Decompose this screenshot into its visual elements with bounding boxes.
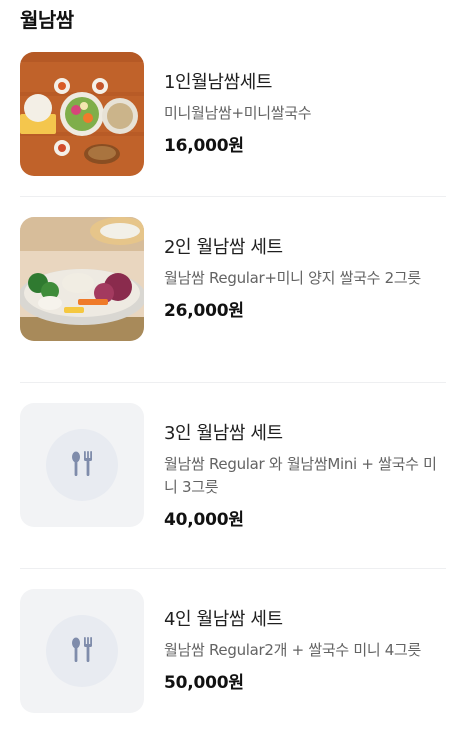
menu-info-1: 1인월남쌈세트 미니월남쌈+미니쌀국수 16,000원 [164, 70, 444, 156]
menu-item-4[interactable]: 4인 월남쌈 세트 월남쌈 Regular2개 + 쌀국수 미니 4그릇 50,… [0, 589, 466, 729]
menu-name: 2인 월남쌈 세트 [164, 237, 283, 258]
fork-spoon-icon [72, 637, 92, 662]
menu-description: 월남쌈 Regular2개 + 쌀국수 미니 4그릇 [164, 641, 422, 659]
menu-price: 40,000원 [164, 510, 244, 530]
menu-name: 4인 월남쌈 세트 [164, 609, 283, 630]
menu-list: 1인월남쌈세트 미니월남쌈+미니쌀국수 16,000원 2인 월남쌈 세트 월남… [0, 52, 466, 729]
menu-description: 월남쌈 Regular+미니 양지 쌀국수 2그릇 [164, 269, 421, 287]
menu-info-3: 3인 월남쌈 세트 월남쌈 Regular 와 월남쌈Mini + 쌀국수 미니… [164, 421, 444, 530]
menu-photo-1 [20, 52, 144, 176]
menu-photo-placeholder-3 [20, 403, 144, 527]
menu-info-4: 4인 월남쌈 세트 월남쌈 Regular2개 + 쌀국수 미니 4그릇 50,… [164, 607, 444, 693]
menu-description: 미니월남쌈+미니쌀국수 [164, 104, 312, 122]
fork-spoon-icon [72, 451, 92, 476]
menu-item-3[interactable]: 3인 월남쌈 세트 월남쌈 Regular 와 월남쌈Mini + 쌀국수 미니… [0, 403, 466, 569]
placeholder-circle [46, 429, 118, 501]
placeholder-circle [46, 615, 118, 687]
menu-description: 월남쌈 Regular 와 월남쌈Mini + 쌀국수 미니 3그릇 [164, 455, 437, 496]
menu-name: 3인 월남쌈 세트 [164, 423, 283, 444]
divider [20, 196, 446, 197]
menu-photo-placeholder-4 [20, 589, 144, 713]
menu-photo-2 [20, 217, 144, 341]
menu-info-2: 2인 월남쌈 세트 월남쌈 Regular+미니 양지 쌀국수 2그릇 26,0… [164, 235, 444, 321]
divider [20, 382, 446, 383]
menu-name: 1인월남쌈세트 [164, 72, 273, 93]
divider [20, 568, 446, 569]
menu-price: 16,000원 [164, 136, 244, 156]
menu-item-2[interactable]: 2인 월남쌈 세트 월남쌈 Regular+미니 양지 쌀국수 2그릇 26,0… [0, 217, 466, 383]
menu-price: 26,000원 [164, 301, 244, 321]
section-title: 월남쌈 [20, 8, 74, 32]
menu-item-1[interactable]: 1인월남쌈세트 미니월남쌈+미니쌀국수 16,000원 [0, 52, 466, 197]
